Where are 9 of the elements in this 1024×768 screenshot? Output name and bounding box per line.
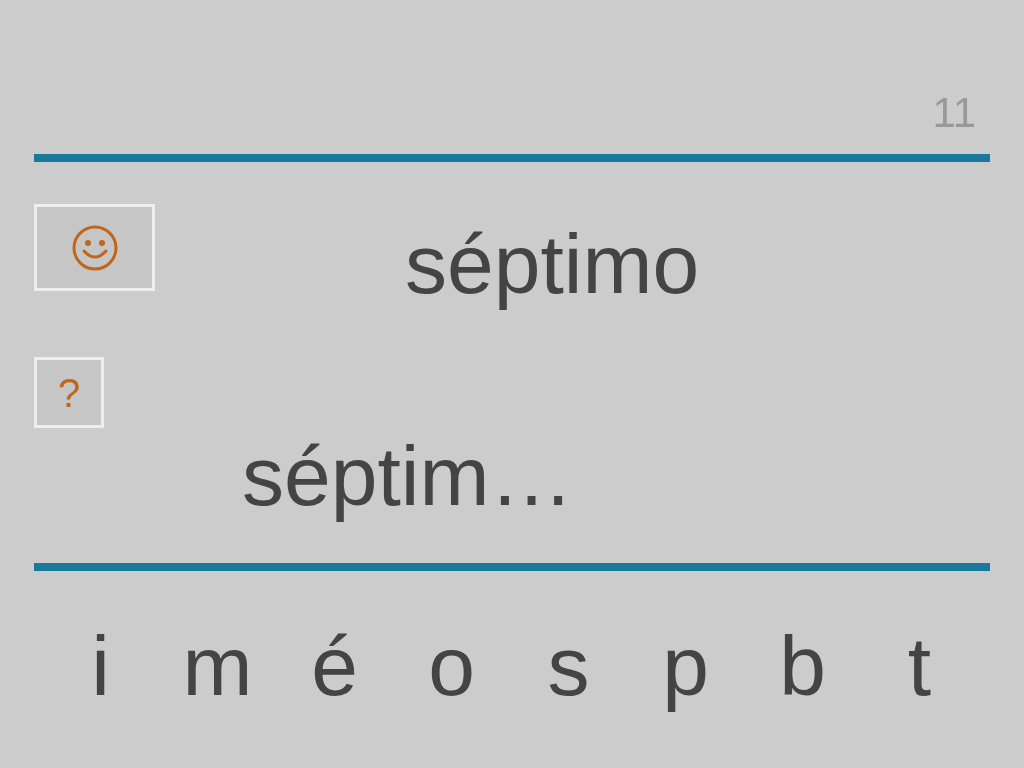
letter-key[interactable]: é: [311, 624, 358, 708]
letter-key[interactable]: m: [182, 624, 253, 708]
letter-key[interactable]: t: [907, 624, 932, 708]
smiley-button[interactable]: [34, 204, 155, 291]
letter-key[interactable]: b: [779, 624, 826, 708]
letter-key[interactable]: s: [547, 624, 590, 708]
smiley-icon: [71, 224, 118, 271]
letter-key[interactable]: i: [91, 624, 110, 708]
letter-key[interactable]: o: [428, 624, 475, 708]
